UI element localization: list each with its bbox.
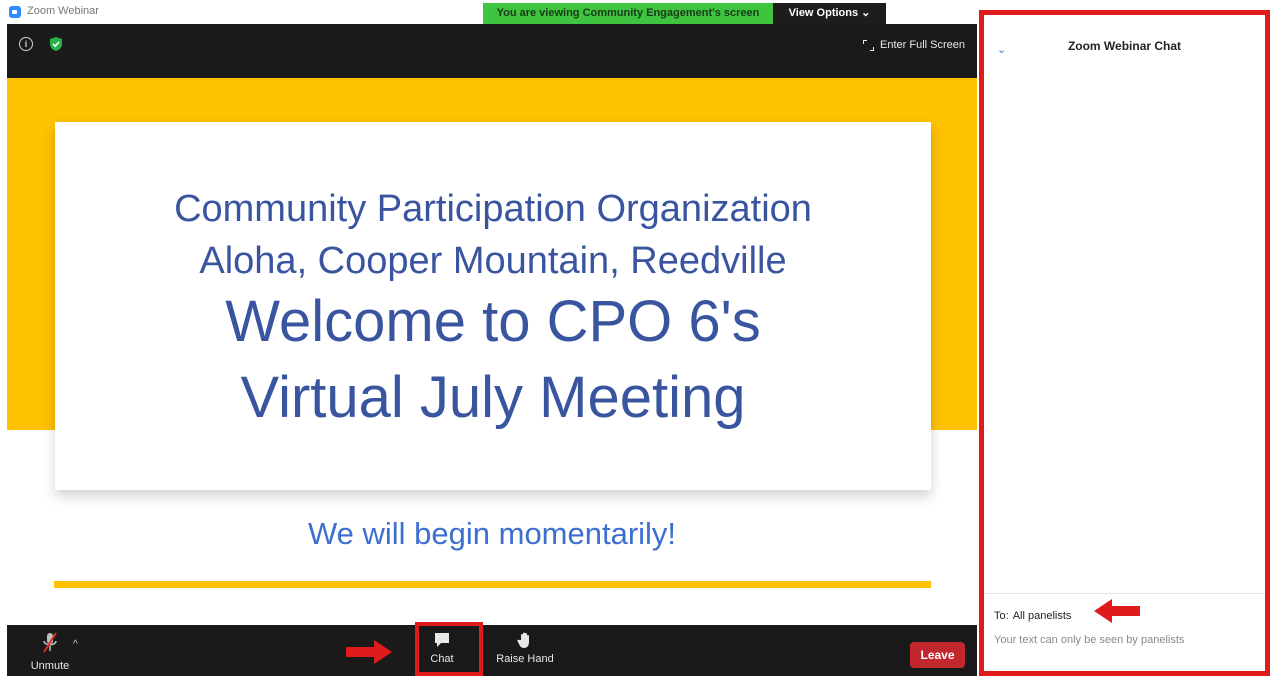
mic-muted-icon [43,632,57,653]
leave-button[interactable]: Leave [910,642,965,668]
raise-hand-label: Raise Hand [496,653,554,665]
shared-screen: Community Participation Organization Alo… [7,78,977,625]
meeting-toolbar: Unmute ^ Chat Raise Hand Leave [7,625,977,676]
app-icon [9,6,21,18]
view-options-button[interactable]: View Options ⌄ [773,3,886,24]
caret-up-icon[interactable]: ^ [73,639,78,650]
fullscreen-label: Enter Full Screen [880,39,965,51]
window-title: Zoom Webinar [27,5,99,17]
slide-welcome-line1: Welcome to CPO 6's [225,289,761,354]
fullscreen-icon [863,39,875,51]
arrow-icon [346,640,392,664]
chat-highlight-box [415,622,483,676]
slide-title-card: Community Participation Organization Alo… [55,122,931,490]
shield-icon[interactable] [49,36,63,52]
slide-yellow-rule [54,581,931,588]
unmute-button[interactable]: Unmute [23,631,77,672]
enter-fullscreen-button[interactable]: Enter Full Screen [863,36,965,54]
raise-hand-button[interactable]: Raise Hand [495,631,555,665]
slide-welcome-line2: Virtual July Meeting [240,365,746,430]
info-icon[interactable]: i [19,37,33,51]
slide-heading-line2: Aloha, Cooper Mountain, Reedville [199,240,787,282]
video-top-bar: i Enter Full Screen [7,24,977,78]
share-banner: You are viewing Community Engagement's s… [483,3,773,24]
chat-panel-highlight-box [979,10,1270,676]
raise-hand-icon [517,632,529,648]
unmute-label: Unmute [30,660,70,672]
slide-heading-line1: Community Participation Organization [174,188,812,230]
slide-subtitle: We will begin momentarily! [307,516,677,551]
